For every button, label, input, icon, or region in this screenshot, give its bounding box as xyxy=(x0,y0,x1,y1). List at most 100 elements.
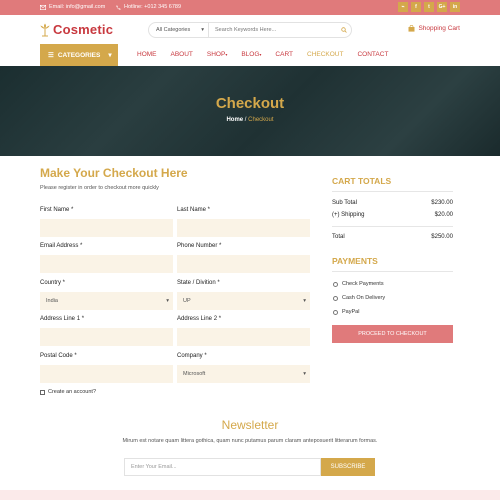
nav-item-about[interactable]: ABOUT xyxy=(171,51,193,58)
address1-label: Address Line 1 * xyxy=(40,316,85,322)
address1-field[interactable] xyxy=(40,328,173,346)
shopping-bag-icon xyxy=(408,25,415,32)
create-account-checkbox[interactable] xyxy=(40,389,45,395)
create-account-option[interactable]: Create an account? xyxy=(40,389,96,395)
company-select[interactable]: Microsoft ▾ xyxy=(177,365,310,383)
email-contact[interactable]: Email: info@gmail.com xyxy=(40,4,105,10)
linkedin-icon[interactable]: in xyxy=(450,2,460,12)
nav-item-home[interactable]: HOME xyxy=(137,51,157,58)
top-bar: Email: info@gmail.com Hotline: +012 345 … xyxy=(0,0,500,15)
divider xyxy=(332,191,453,192)
state-label: State / Divition * xyxy=(177,280,220,286)
payment-option-label: PayPal xyxy=(342,309,360,315)
shipping-label: (+) Shipping xyxy=(332,212,365,218)
email-label: Email Address * xyxy=(40,243,83,249)
address2-label: Address Line 2 * xyxy=(177,316,222,322)
caret-down-icon: ▾ xyxy=(259,52,262,57)
payment-option-cod[interactable]: Cash On Delivery xyxy=(333,295,385,301)
payment-radio[interactable] xyxy=(333,309,338,315)
page-title: Checkout xyxy=(215,95,285,112)
shopping-cart-link[interactable]: Shopping Cart xyxy=(408,25,460,32)
nav-item-blog-label: BLOG xyxy=(241,51,260,58)
newsletter-email-input[interactable]: Enter Your Email... xyxy=(124,458,321,476)
nav-item-checkout[interactable]: CHECKOUT xyxy=(307,51,343,58)
hamburger-icon: ☰ xyxy=(48,52,54,59)
nav-item-contact[interactable]: CONTACT xyxy=(357,51,388,58)
nav-item-shop-label: SHOP xyxy=(206,51,226,58)
payment-option-label: Check Payments xyxy=(342,281,384,287)
divider xyxy=(332,226,453,227)
newsletter-title: Newsletter xyxy=(221,418,279,432)
email-field[interactable] xyxy=(40,255,173,273)
footer-strip xyxy=(0,490,500,500)
first-name-label: First Name * xyxy=(40,207,74,213)
phone-icon xyxy=(116,4,121,10)
payment-option-paypal[interactable]: PayPal xyxy=(333,309,359,315)
facebook-icon[interactable]: f xyxy=(411,2,421,12)
chevron-down-icon: ▾ xyxy=(303,371,306,377)
total-label: Total xyxy=(332,234,345,240)
company-select-value: Microsoft xyxy=(183,371,206,377)
chevron-down-icon: ▾ xyxy=(166,298,169,304)
nav-item-blog[interactable]: BLOG▾ xyxy=(241,51,261,58)
logo[interactable]: Cosmetic xyxy=(40,22,113,37)
logo-text: Cosmetic xyxy=(53,22,114,37)
main-navigation: ☰ CATEGORIES ▾ HOME ABOUT SHOP▾ BLOG▾ CA… xyxy=(40,44,460,66)
lotus-logo-icon xyxy=(40,23,50,36)
total-value: $250.00 xyxy=(431,234,453,240)
subscribe-button[interactable]: SUBSCRIBE xyxy=(321,458,375,476)
create-account-label: Create an account? xyxy=(48,389,97,395)
chevron-down-icon: ▾ xyxy=(201,27,204,33)
breadcrumb-home[interactable]: Home xyxy=(226,117,243,123)
rss-icon[interactable]: ⌁ xyxy=(398,2,408,12)
subtotal-row: Sub Total $230.00 xyxy=(332,200,453,206)
social-links: ⌁ f t G+ in xyxy=(398,2,460,12)
category-select[interactable]: All Categories ▾ xyxy=(149,23,209,37)
categories-button[interactable]: ☰ CATEGORIES ▾ xyxy=(40,44,118,66)
newsletter-subtitle: Mirum est notare quam littera gothica, q… xyxy=(122,438,378,444)
payments-title: PAYMENTS xyxy=(332,256,378,266)
postal-code-label: Postal Code * xyxy=(40,353,77,359)
subtotal-value: $230.00 xyxy=(431,200,453,206)
state-select[interactable]: UP ▾ xyxy=(177,292,310,310)
email-text: Email: info@gmail.com xyxy=(49,4,106,10)
proceed-to-checkout-button[interactable]: PROCEED TO CHECKOUT xyxy=(332,325,453,343)
twitter-icon[interactable]: t xyxy=(424,2,434,12)
nav-item-shop[interactable]: SHOP▾ xyxy=(207,51,227,58)
shipping-row: (+) Shipping $20.00 xyxy=(332,212,453,218)
shipping-value: $20.00 xyxy=(434,212,453,218)
search-icon xyxy=(341,27,347,33)
country-select[interactable]: India ▾ xyxy=(40,292,173,310)
breadcrumb-current: Checkout xyxy=(248,117,274,123)
hotline-text: Hotline: +012 345 6789 xyxy=(124,4,182,10)
chevron-down-icon: ▾ xyxy=(303,298,306,304)
payment-option-label: Cash On Delivery xyxy=(342,295,386,301)
last-name-label: Last Name * xyxy=(177,207,211,213)
country-label: Country * xyxy=(40,280,66,286)
search-bar: All Categories ▾ Search Keywords Here... xyxy=(148,22,352,38)
last-name-field[interactable] xyxy=(177,219,310,237)
search-input[interactable]: Search Keywords Here... xyxy=(209,27,337,33)
checkout-subtitle: Please register in order to checkout mor… xyxy=(40,185,159,191)
divider xyxy=(332,271,453,272)
total-row: Total $250.00 xyxy=(332,234,453,240)
nav-item-cart[interactable]: CART xyxy=(275,51,293,58)
page-hero-banner: Checkout Home / Checkout xyxy=(0,66,500,156)
categories-label: CATEGORIES xyxy=(57,51,101,59)
payment-option-check[interactable]: Check Payments xyxy=(333,281,384,287)
payment-radio[interactable] xyxy=(333,281,338,287)
company-label: Company * xyxy=(177,353,207,359)
address2-field[interactable] xyxy=(177,328,310,346)
phone-field[interactable] xyxy=(177,255,310,273)
postal-code-field[interactable] xyxy=(40,365,173,383)
payment-radio[interactable] xyxy=(333,295,338,301)
breadcrumb: Home / Checkout xyxy=(0,117,500,123)
first-name-field[interactable] xyxy=(40,219,173,237)
subtotal-label: Sub Total xyxy=(332,200,357,206)
category-select-value: All Categories xyxy=(156,27,191,33)
country-select-value: India xyxy=(46,298,58,304)
cart-totals-title: CART TOTALS xyxy=(332,176,392,186)
search-button[interactable] xyxy=(337,27,351,33)
hotline-contact[interactable]: Hotline: +012 345 6789 xyxy=(116,4,181,10)
google-plus-icon[interactable]: G+ xyxy=(437,2,447,12)
